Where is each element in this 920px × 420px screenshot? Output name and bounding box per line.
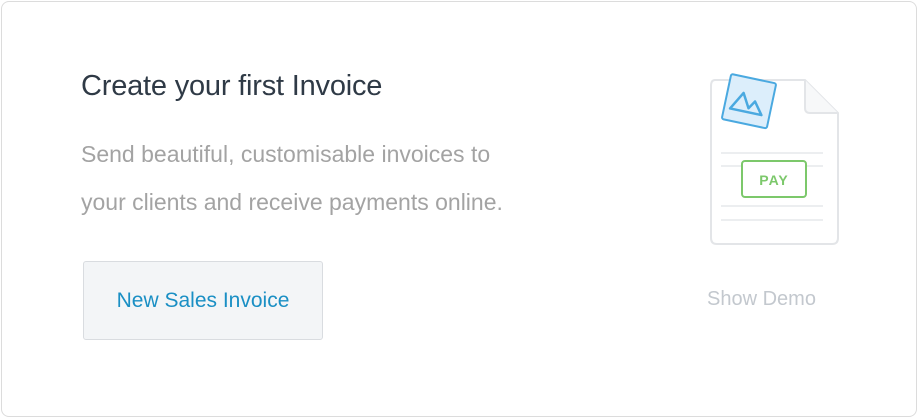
- logo-stamp-icon: [721, 73, 777, 130]
- empty-state-description: Send beautiful, customisable invoices to…: [81, 130, 601, 226]
- empty-state-title: Create your first Invoice: [81, 70, 383, 102]
- empty-state-card: Create your first Invoice Send beautiful…: [1, 1, 917, 417]
- show-demo-link[interactable]: Show Demo: [707, 288, 816, 311]
- invoice-document-icon: PAY: [710, 73, 839, 245]
- description-line-1: Send beautiful, customisable invoices to: [81, 141, 491, 167]
- description-line-2: your clients and receive payments online…: [81, 189, 503, 215]
- pay-badge-text: PAY: [759, 172, 788, 188]
- new-sales-invoice-button[interactable]: New Sales Invoice: [83, 261, 323, 340]
